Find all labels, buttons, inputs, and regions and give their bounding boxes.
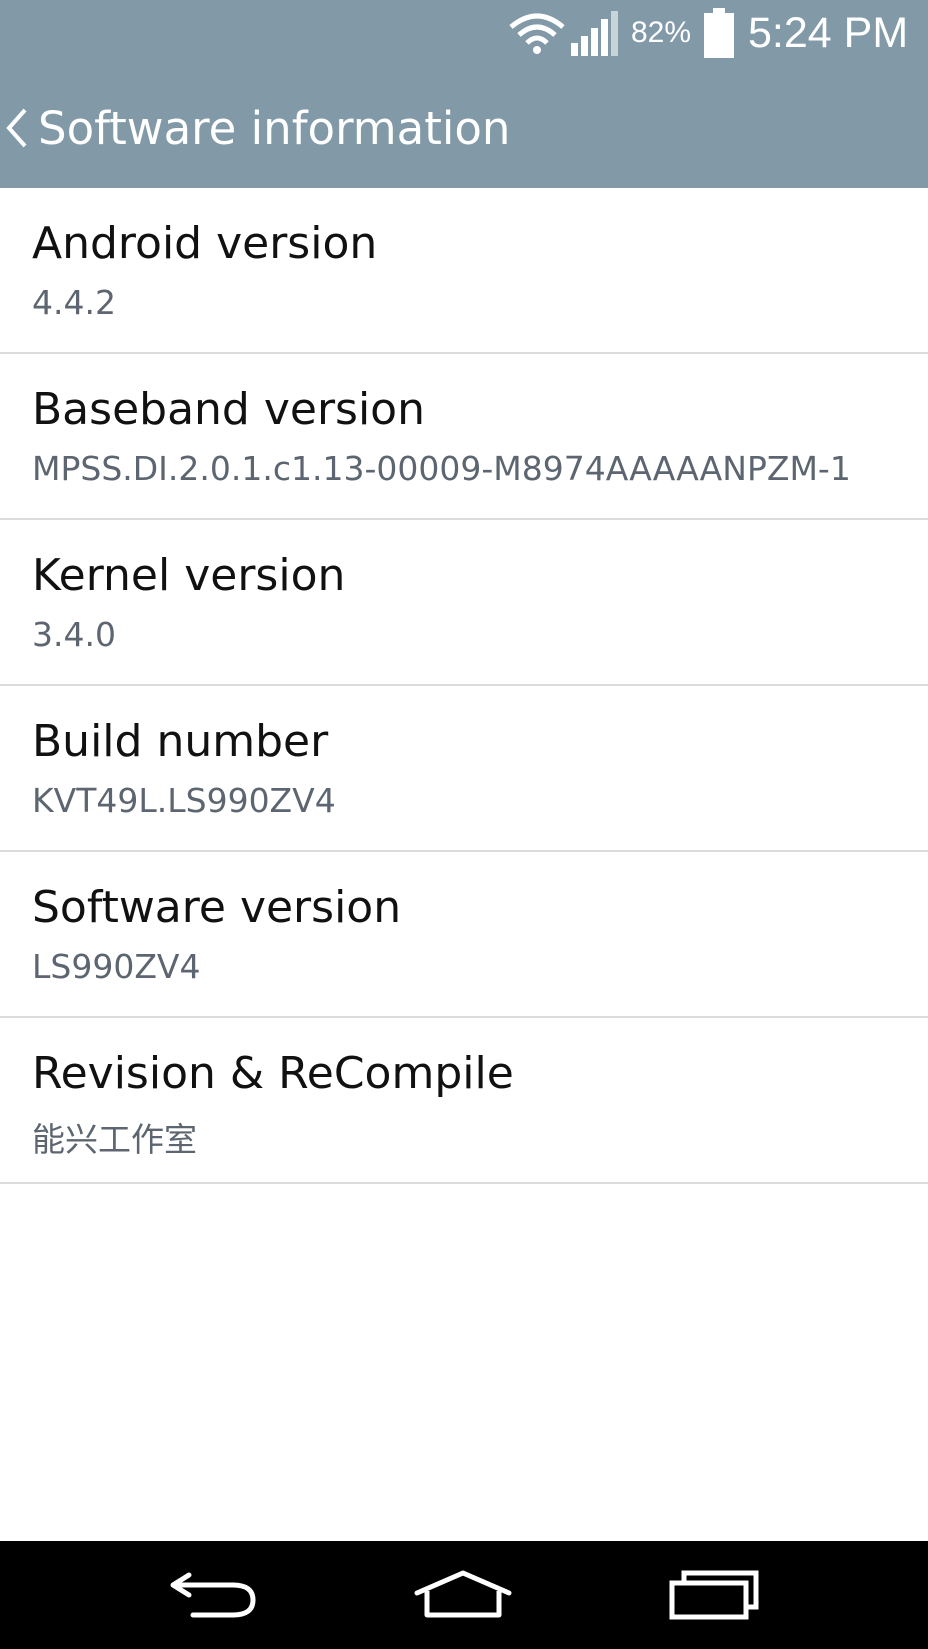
item-label: Kernel version — [32, 550, 346, 601]
nav-home-icon[interactable] — [393, 1541, 533, 1649]
battery-icon — [704, 0, 736, 66]
item-value: 3.4.0 — [32, 615, 116, 654]
software-info-list: Android version 4.4.2 Baseband version M… — [0, 188, 928, 1184]
nav-back-icon[interactable] — [143, 1541, 283, 1649]
item-label: Software version — [32, 882, 402, 933]
item-value: 4.4.2 — [32, 283, 116, 322]
list-item-baseband-version[interactable]: Baseband version MPSS.DI.2.0.1.c1.13-000… — [0, 354, 928, 520]
nav-recents-icon[interactable] — [644, 1541, 784, 1649]
list-item-software-version[interactable]: Software version LS990ZV4 — [0, 852, 928, 1018]
item-label: Revision & ReCompile — [32, 1048, 514, 1099]
item-value: MPSS.DI.2.0.1.c1.13-00009-M8974AAAAANPZM… — [32, 449, 851, 488]
cell-signal-icon — [570, 0, 622, 66]
list-item-android-version[interactable]: Android version 4.4.2 — [0, 188, 928, 354]
clock: 5:24 PM — [748, 8, 909, 57]
list-item-kernel-version[interactable]: Kernel version 3.4.0 — [0, 520, 928, 686]
page-title: Software information — [38, 101, 511, 155]
list-item-build-number[interactable]: Build number KVT49L.LS990ZV4 — [0, 686, 928, 852]
wifi-icon — [508, 0, 568, 66]
battery-percent: 82% — [631, 16, 692, 49]
navigation-bar — [0, 1541, 928, 1649]
item-value: 能兴工作室 — [32, 1120, 197, 1159]
item-label: Baseband version — [32, 384, 425, 435]
chevron-left-icon[interactable] — [0, 88, 34, 168]
list-item-revision-recompile[interactable]: Revision & ReCompile 能兴工作室 — [0, 1018, 928, 1184]
status-bar: 82% 5:24 PM — [0, 0, 928, 66]
item-label: Build number — [32, 716, 329, 767]
item-value: KVT49L.LS990ZV4 — [32, 781, 336, 820]
item-label: Android version — [32, 218, 378, 269]
item-value: LS990ZV4 — [32, 947, 201, 986]
header-bar: 82% 5:24 PM Software information — [0, 0, 928, 188]
title-bar: Software information — [0, 88, 510, 168]
